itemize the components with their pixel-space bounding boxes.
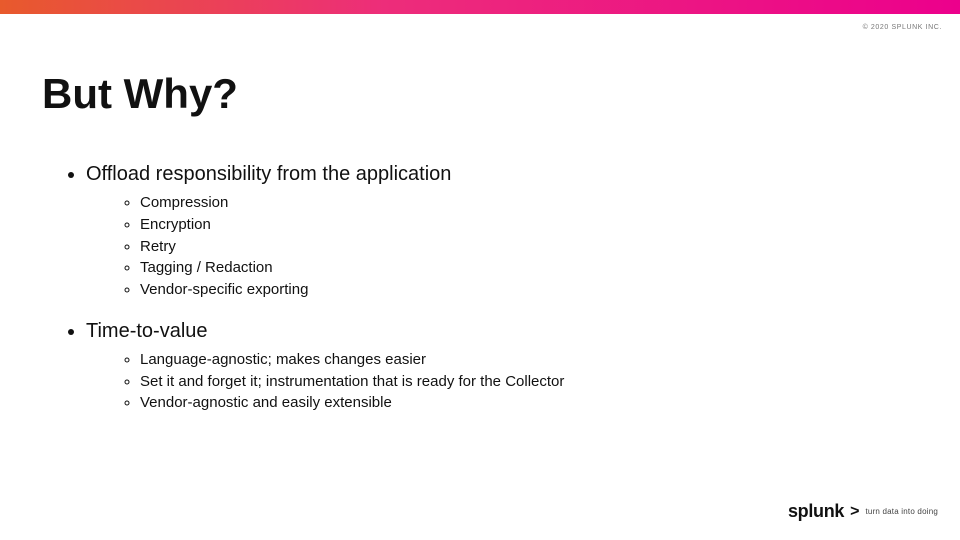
- list-item: Time-to-value Language-agnostic; makes c…: [86, 317, 920, 414]
- sub-item: Retry: [140, 236, 920, 258]
- sub-item: Vendor-specific exporting: [140, 279, 920, 301]
- logo-brand: splunk: [788, 501, 844, 522]
- sub-item: Language-agnostic; makes changes easier: [140, 349, 920, 371]
- slide: © 2020 SPLUNK INC. But Why? Offload resp…: [0, 0, 960, 540]
- splunk-logo: splunk > turn data into doing: [788, 501, 938, 522]
- logo-arrow-icon: >: [850, 503, 859, 521]
- sub-item: Tagging / Redaction: [140, 257, 920, 279]
- list-item-text: Offload responsibility from the applicat…: [86, 163, 451, 185]
- bullet-list: Offload responsibility from the applicat…: [60, 160, 920, 414]
- sub-item: Vendor-agnostic and easily extensible: [140, 392, 920, 414]
- sub-list: Compression Encryption Retry Tagging / R…: [86, 192, 920, 301]
- content: Offload responsibility from the applicat…: [60, 160, 920, 430]
- brand-top-bar: [0, 0, 960, 14]
- page-title: But Why?: [42, 70, 238, 118]
- logo-tagline: turn data into doing: [866, 507, 939, 516]
- sub-item: Set it and forget it; instrumentation th…: [140, 371, 920, 393]
- sub-item: Encryption: [140, 214, 920, 236]
- sub-item: Compression: [140, 192, 920, 214]
- list-item-text: Time-to-value: [86, 320, 208, 342]
- list-item: Offload responsibility from the applicat…: [86, 160, 920, 301]
- copyright: © 2020 SPLUNK INC.: [863, 24, 942, 31]
- sub-list: Language-agnostic; makes changes easier …: [86, 349, 920, 414]
